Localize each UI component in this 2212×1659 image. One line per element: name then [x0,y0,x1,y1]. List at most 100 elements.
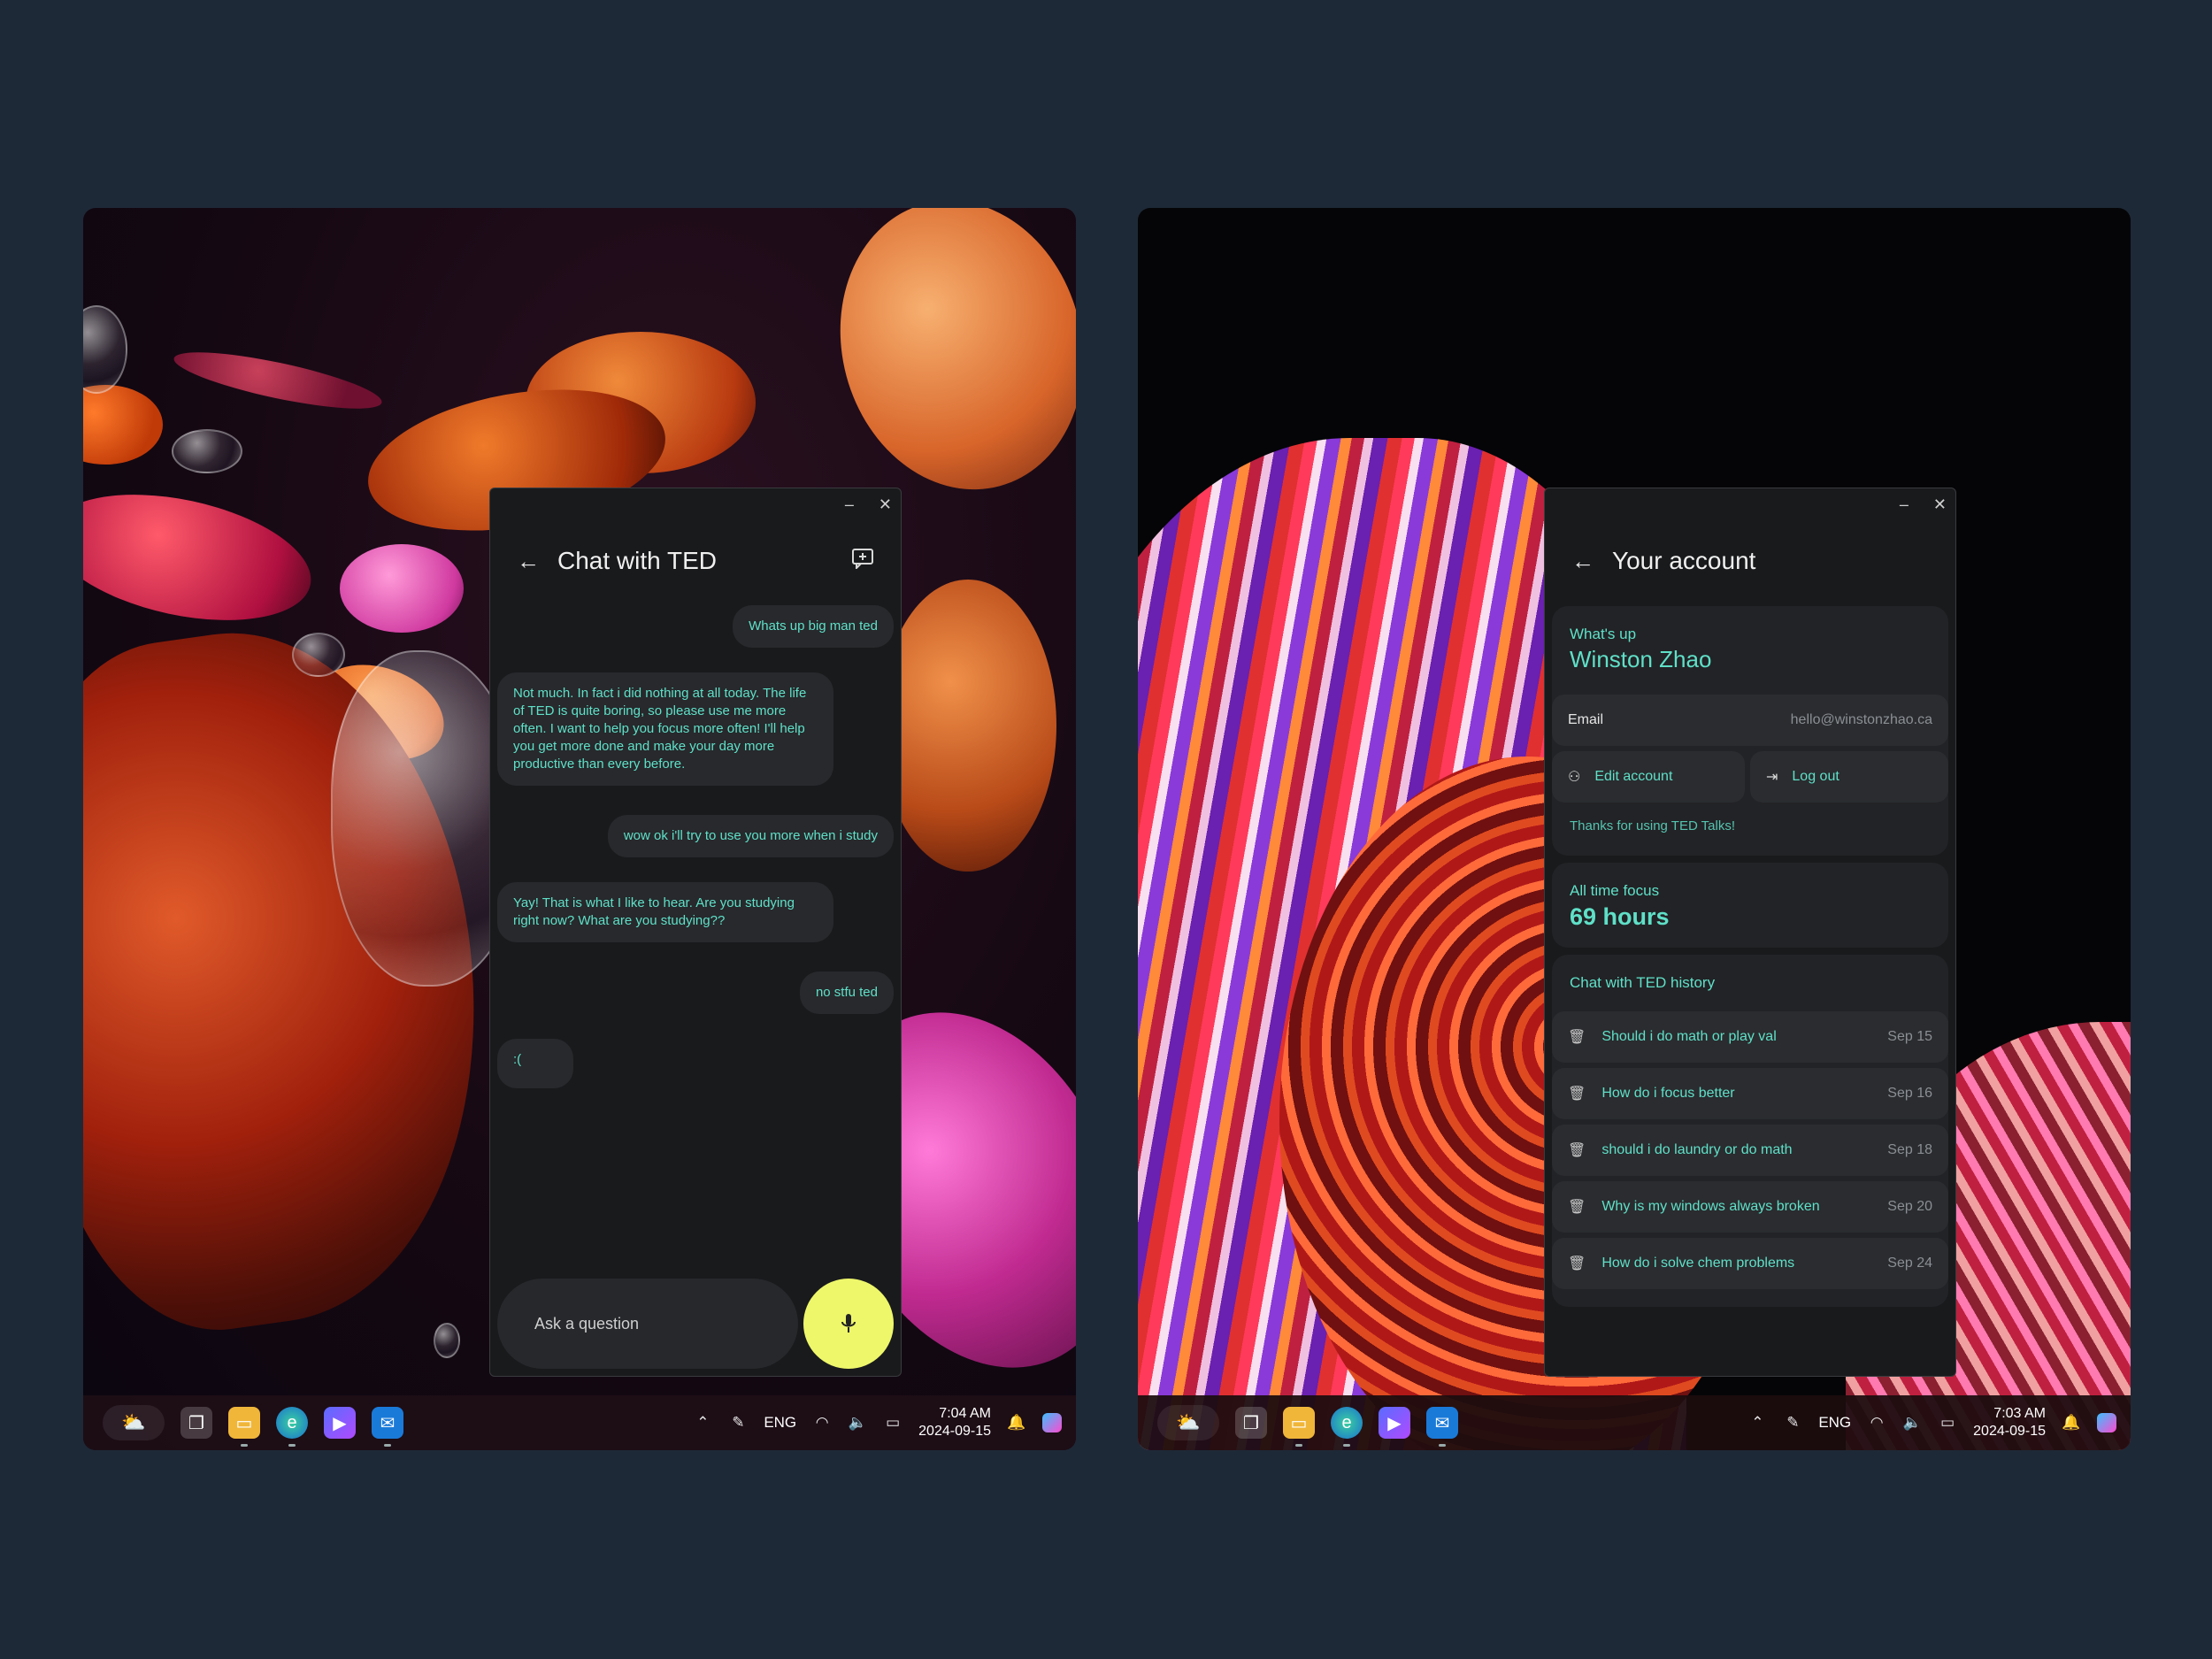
wallpaper-blob [170,341,386,420]
history-title: Chat with TED history [1570,974,1716,991]
close-button[interactable]: ✕ [879,495,892,514]
email-row: Email hello@winstonzhao.ca [1552,695,1948,746]
history-item-date: Sep 24 [1887,1256,1932,1271]
history-item-date: Sep 18 [1887,1142,1932,1157]
copilot-button[interactable]: ▶ [1379,1407,1410,1439]
wallpaper-blob [83,473,323,641]
window-title: Chat with TED [557,547,717,574]
task-view-button[interactable]: ❐ [1235,1407,1267,1439]
wallpaper-bubble [292,633,345,677]
chevron-up-icon[interactable]: ⌃ [1747,1413,1767,1432]
clock[interactable]: 7:03 AM 2024-09-15 [1973,1405,2046,1440]
battery-icon[interactable]: ▭ [883,1413,902,1432]
logout-label: Log out [1792,769,1839,784]
volume-icon[interactable]: 🔈 [1902,1413,1922,1432]
history-item-date: Sep 16 [1887,1086,1932,1101]
user-message: wow ok i'll try to use you more when i s… [607,815,894,857]
thanks-text: Thanks for using TED Talks! [1570,818,1736,833]
task-view-button[interactable]: ❐ [180,1407,212,1439]
copilot-pre-icon[interactable] [2097,1413,2116,1432]
edge-button[interactable]: e [276,1407,308,1447]
wallpaper-blob [340,544,464,633]
clock-time: 7:04 AM [939,1406,991,1421]
file-explorer-button[interactable]: ▭ [228,1407,260,1447]
chat-window: – ✕ ← Chat with TED Whats up big man ted… [489,488,902,1377]
wallpaper-bubble [83,305,127,394]
back-arrow-icon[interactable]: ← [1571,548,1594,575]
battery-icon[interactable]: ▭ [1938,1413,1957,1432]
pen-icon[interactable]: ✎ [728,1413,748,1432]
ted-message: Not much. In fact i did nothing at all t… [497,672,833,786]
notification-bell-icon[interactable]: 🔔 [1007,1413,1026,1432]
pen-icon[interactable]: ✎ [1783,1413,1802,1432]
left-desktop-screen: – ✕ ← Chat with TED Whats up big man ted… [83,208,1076,1450]
trash-icon[interactable]: 🗑 [1568,1198,1586,1216]
task-view-icon: ❐ [188,1413,204,1433]
microphone-icon [841,1314,856,1333]
close-button[interactable]: ✕ [1933,495,1947,514]
history-card: Chat with TED history 🗑 Should i do math… [1552,955,1948,1307]
history-item-date: Sep 20 [1887,1199,1932,1214]
input-placeholder: Ask a question [534,1314,640,1333]
notification-bell-icon[interactable]: 🔔 [2062,1413,2081,1432]
window-title: Your account [1612,547,1756,574]
copilot-icon: ▶ [333,1413,347,1433]
history-item[interactable]: 🗑 Should i do math or play val Sep 15 [1552,1011,1948,1063]
outlook-button[interactable]: ✉ [1426,1407,1458,1447]
taskbar: ⛅ ❐ ▭ e ▶ ✉ ⌃ ✎ ENG ◠ 🔈 ▭ 7:03 AM 2024-0… [1138,1395,2131,1450]
outlook-icon: ✉ [1434,1413,1450,1433]
wifi-icon[interactable]: ◠ [812,1413,832,1432]
clock-date: 2024-09-15 [918,1424,991,1439]
edge-icon: e [287,1412,297,1432]
logout-button[interactable]: ⇥ Log out [1750,751,1948,803]
wallpaper-blob [879,580,1056,872]
copilot-button[interactable]: ▶ [324,1407,356,1439]
weather-icon: ⛅ [121,1411,146,1433]
file-explorer-button[interactable]: ▭ [1283,1407,1315,1447]
widgets-button[interactable]: ⛅ [1157,1405,1219,1440]
trash-icon[interactable]: 🗑 [1568,1085,1586,1102]
language-indicator[interactable]: ENG [1818,1414,1851,1432]
history-item-title: Should i do math or play val [1601,1029,1777,1044]
history-item[interactable]: 🗑 should i do laundry or do math Sep 18 [1552,1125,1948,1176]
minimize-button[interactable]: – [1900,495,1909,514]
new-chat-icon[interactable] [851,548,874,574]
history-item[interactable]: 🗑 How do i solve chem problems Sep 24 [1552,1238,1948,1289]
outlook-icon: ✉ [380,1413,396,1433]
wallpaper-blob [808,208,1076,518]
widgets-button[interactable]: ⛅ [103,1405,165,1440]
outlook-button[interactable]: ✉ [372,1407,403,1447]
history-item[interactable]: 🗑 Why is my windows always broken Sep 20 [1552,1181,1948,1233]
history-item-title: should i do laundry or do math [1601,1142,1793,1157]
history-item-title: How do i focus better [1601,1086,1735,1101]
clock[interactable]: 7:04 AM 2024-09-15 [918,1405,991,1440]
edit-account-label: Edit account [1594,769,1673,784]
wallpaper-bubble [434,1323,460,1358]
microphone-button[interactable] [803,1279,894,1369]
ask-question-input[interactable]: Ask a question [497,1279,798,1369]
history-item-title: How do i solve chem problems [1601,1256,1795,1271]
copilot-pre-icon[interactable] [1042,1413,1062,1432]
copilot-icon: ▶ [1387,1413,1402,1433]
ted-message: Yay! That is what I like to hear. Are yo… [497,882,833,942]
account-window: – ✕ ← Your account What's up Winston Zha… [1544,488,1956,1377]
user-name: Winston Zhao [1570,646,1712,672]
weather-icon: ⛅ [1176,1411,1201,1433]
language-indicator[interactable]: ENG [764,1414,796,1432]
trash-icon[interactable]: 🗑 [1568,1028,1586,1046]
history-item-title: Why is my windows always broken [1601,1199,1820,1214]
trash-icon[interactable]: 🗑 [1568,1141,1586,1159]
minimize-button[interactable]: – [845,495,854,514]
wifi-icon[interactable]: ◠ [1867,1413,1886,1432]
wallpaper-bubble [172,429,242,473]
clock-time: 7:03 AM [1993,1406,2046,1421]
edit-user-icon: ⚇ [1568,770,1581,785]
edit-account-button[interactable]: ⚇ Edit account [1552,751,1745,803]
trash-icon[interactable]: 🗑 [1568,1255,1586,1272]
chevron-up-icon[interactable]: ⌃ [693,1413,712,1432]
history-item[interactable]: 🗑 How do i focus better Sep 16 [1552,1068,1948,1119]
ted-message: :( [497,1039,573,1088]
volume-icon[interactable]: 🔈 [848,1413,867,1432]
edge-button[interactable]: e [1331,1407,1363,1447]
back-arrow-icon[interactable]: ← [517,548,540,575]
